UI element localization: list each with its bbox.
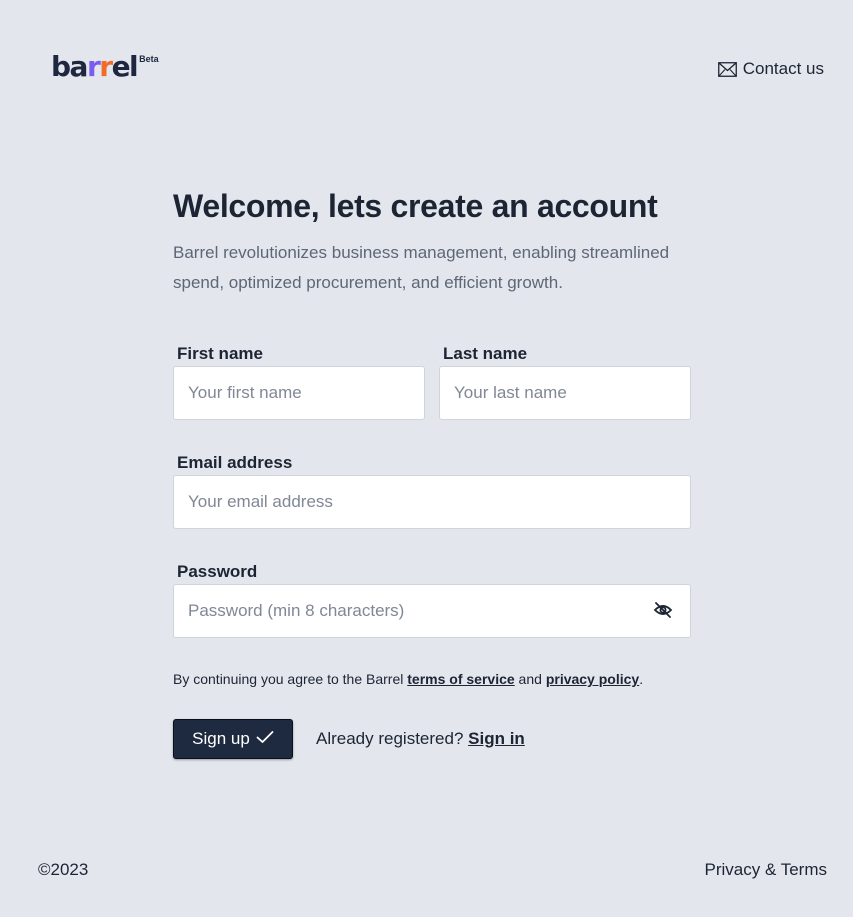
- email-input[interactable]: [173, 475, 691, 529]
- logo-wordmark: barrel: [51, 50, 139, 83]
- name-row: First name Last name: [173, 343, 691, 420]
- eye-off-icon[interactable]: [653, 601, 673, 624]
- signup-panel: Welcome, lets create an account Barrel r…: [173, 186, 691, 759]
- terms-of-service-link[interactable]: terms of service: [407, 671, 514, 687]
- privacy-policy-link[interactable]: privacy policy: [546, 671, 639, 687]
- already-registered-text: Already registered? Sign in: [316, 729, 525, 748]
- beta-badge: Beta: [139, 54, 159, 64]
- mail-icon: [717, 61, 737, 77]
- sign-in-link[interactable]: Sign in: [468, 729, 525, 748]
- terms-notice: By continuing you agree to the Barrel te…: [173, 671, 644, 687]
- privacy-terms-link[interactable]: Privacy & Terms: [705, 860, 828, 880]
- page-title: Welcome, lets create an account: [173, 188, 658, 224]
- first-name-input[interactable]: [173, 366, 425, 420]
- sign-up-button[interactable]: Sign up: [173, 719, 293, 759]
- email-field: Email address: [173, 452, 691, 529]
- form-actions: Sign up Already registered? Sign in: [173, 719, 691, 759]
- sign-up-label: Sign up: [192, 729, 250, 748]
- password-input[interactable]: [173, 584, 691, 638]
- last-name-input[interactable]: [439, 366, 691, 420]
- password-field: Password: [173, 561, 691, 638]
- copyright: ©2023: [38, 860, 89, 879]
- barrel-logo[interactable]: barrel Beta: [51, 50, 159, 84]
- contact-us-link[interactable]: Contact us: [717, 59, 824, 79]
- email-label: Email address: [177, 453, 293, 472]
- first-name-label: First name: [177, 344, 263, 363]
- last-name-label: Last name: [443, 344, 528, 363]
- contact-us-label: Contact us: [742, 59, 824, 78]
- password-label: Password: [177, 562, 258, 581]
- checkmark-icon: [256, 729, 274, 749]
- last-name-field: Last name: [439, 343, 691, 420]
- page-subtitle: Barrel revolutionizes business managemen…: [173, 243, 670, 292]
- first-name-field: First name: [173, 343, 425, 420]
